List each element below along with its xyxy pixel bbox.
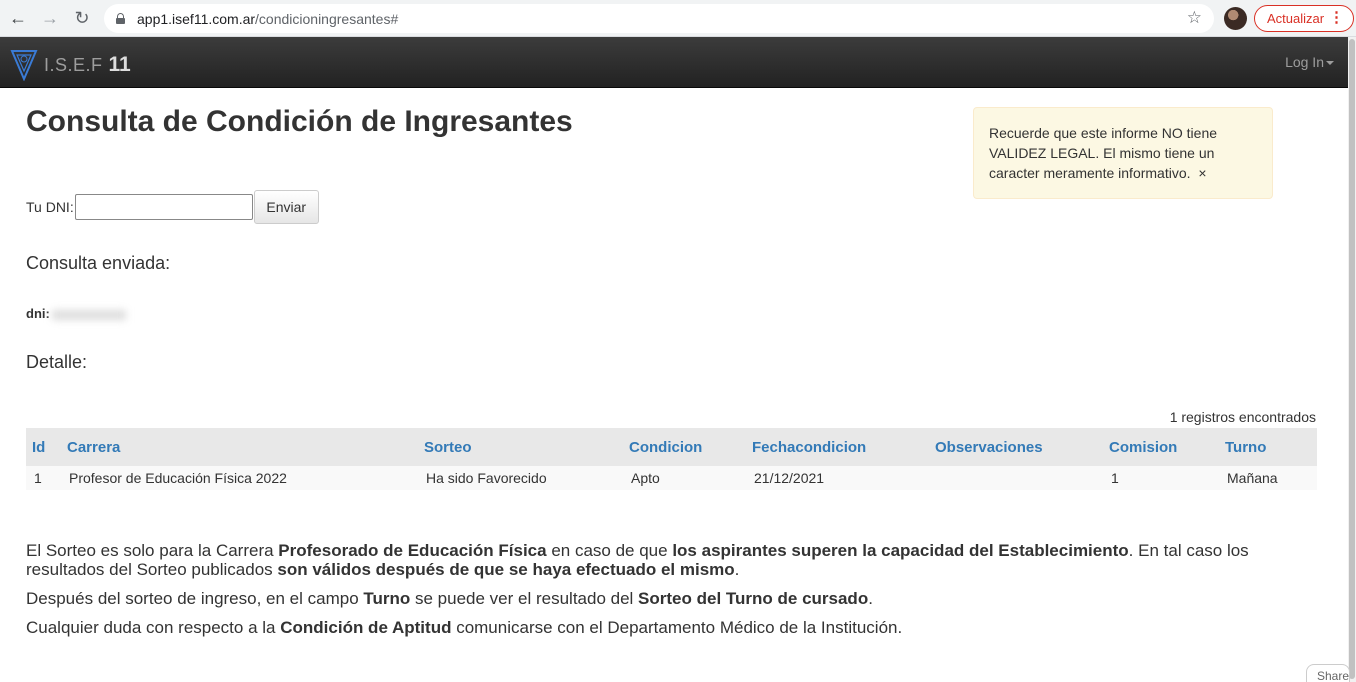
address-bar[interactable]: app1.isef11.com.ar/condicioningresantes#… xyxy=(104,4,1214,33)
column-header-id[interactable]: Id xyxy=(26,428,61,466)
detail-heading: Detalle: xyxy=(26,352,88,372)
info-bold: Profesorado de Educación Física xyxy=(278,541,547,560)
dni-form: Tu DNI: Enviar xyxy=(26,190,319,224)
isef-logo-icon xyxy=(10,50,38,81)
login-dropdown[interactable]: Log In xyxy=(1285,54,1334,70)
results-table: Id Carrera Sorteo Condicion Fechacondici… xyxy=(26,428,1317,490)
column-header-carrera[interactable]: Carrera xyxy=(61,428,418,466)
share-label: Share xyxy=(1317,669,1350,682)
table-header-row: Id Carrera Sorteo Condicion Fechacondici… xyxy=(26,428,1317,466)
info-text: se puede ver el resultado del xyxy=(410,589,639,608)
column-header-turno[interactable]: Turno xyxy=(1219,428,1317,466)
lock-icon xyxy=(116,13,125,24)
cell-condicion: Apto xyxy=(623,466,746,490)
cell-turno: Mañana xyxy=(1219,466,1317,490)
info-bold: Condición de Aptitud xyxy=(280,618,452,637)
records-count: 1 registros encontrados xyxy=(1169,409,1316,425)
info-paragraph-sorteo: El Sorteo es solo para la Carrera Profes… xyxy=(26,541,1326,579)
cell-sorteo: Ha sido Favorecido xyxy=(418,466,623,490)
alert-text: Recuerde que este informe NO tiene VALID… xyxy=(989,125,1218,181)
table-row: 1 Profesor de Educación Física 2022 Ha s… xyxy=(26,466,1317,490)
reload-icon[interactable]: ↻ xyxy=(70,6,94,30)
caret-down-icon xyxy=(1326,61,1334,66)
info-bold: los aspirantes superen la capacidad del … xyxy=(672,541,1129,560)
info-text: Cualquier duda con respecto a la xyxy=(26,618,281,637)
brand-number: 11 xyxy=(108,53,131,76)
info-text: comunicarse con el Departamento Médico d… xyxy=(451,618,903,637)
column-header-sorteo[interactable]: Sorteo xyxy=(418,428,623,466)
share-button[interactable]: Share xyxy=(1306,664,1350,682)
cell-observaciones xyxy=(929,466,1103,490)
submit-button[interactable]: Enviar xyxy=(253,190,319,224)
dni-echo-label: dni: xyxy=(26,306,50,321)
info-bold: Sorteo del Turno de cursado xyxy=(638,589,869,608)
back-arrow-icon[interactable]: ← xyxy=(6,6,30,30)
dni-echo: dni: xyxy=(26,306,126,321)
redacted-dni xyxy=(51,309,126,320)
scrollbar-thumb[interactable] xyxy=(1349,39,1355,679)
info-bold: son válidos después de que se haya efect… xyxy=(277,560,735,579)
column-header-condicion[interactable]: Condicion xyxy=(623,428,746,466)
info-text: Después del sorteo de ingreso, en el cam… xyxy=(26,589,364,608)
sent-heading: Consulta enviada: xyxy=(26,253,171,273)
brand-text: I.S.E.F xyxy=(44,54,103,75)
cell-fecha: 21/12/2021 xyxy=(746,466,929,490)
info-paragraph-turno: Después del sorteo de ingreso, en el cam… xyxy=(26,589,1326,608)
cell-carrera: Profesor de Educación Física 2022 xyxy=(61,466,418,490)
info-text: . xyxy=(868,589,873,608)
info-text: en caso de que xyxy=(546,541,673,560)
alert-close-button[interactable]: × xyxy=(1198,165,1206,181)
profile-avatar[interactable] xyxy=(1224,7,1247,30)
page-scrollbar[interactable] xyxy=(1348,37,1356,682)
menu-dots-icon: ⋮ xyxy=(1329,9,1344,26)
warning-alert: Recuerde que este informe NO tiene VALID… xyxy=(973,107,1273,199)
brand[interactable]: I.S.E.F 11 xyxy=(10,49,131,81)
browser-toolbar: ← → ↻ app1.isef11.com.ar/condicioningres… xyxy=(0,0,1356,37)
update-button[interactable]: Actualizar ⋮ xyxy=(1254,5,1354,32)
bookmark-star-icon[interactable]: ☆ xyxy=(1187,8,1202,28)
column-header-observaciones[interactable]: Observaciones xyxy=(929,428,1103,466)
cell-comision: 1 xyxy=(1103,466,1219,490)
info-text: . xyxy=(734,560,740,579)
url-path: /condicioningresantes# xyxy=(255,10,399,27)
info-paragraph-aptitud: Cualquier duda con respecto a la Condici… xyxy=(26,618,1326,637)
column-header-fechacondicion[interactable]: Fechacondicion xyxy=(746,428,929,466)
dni-input[interactable] xyxy=(74,194,253,220)
update-label: Actualizar xyxy=(1267,11,1325,26)
info-bold: Turno xyxy=(363,589,411,608)
dni-label: Tu DNI: xyxy=(26,199,74,215)
url-host: app1.isef11.com.ar xyxy=(137,10,256,27)
login-label: Log In xyxy=(1285,54,1324,70)
cell-id: 1 xyxy=(26,466,61,490)
column-header-comision[interactable]: Comision xyxy=(1103,428,1219,466)
page-title: Consulta de Condición de Ingresantes xyxy=(26,105,573,138)
site-navbar: I.S.E.F 11 Log In xyxy=(0,37,1348,88)
info-text: El Sorteo es solo para la Carrera xyxy=(26,541,279,560)
forward-arrow-icon[interactable]: → xyxy=(38,6,62,30)
